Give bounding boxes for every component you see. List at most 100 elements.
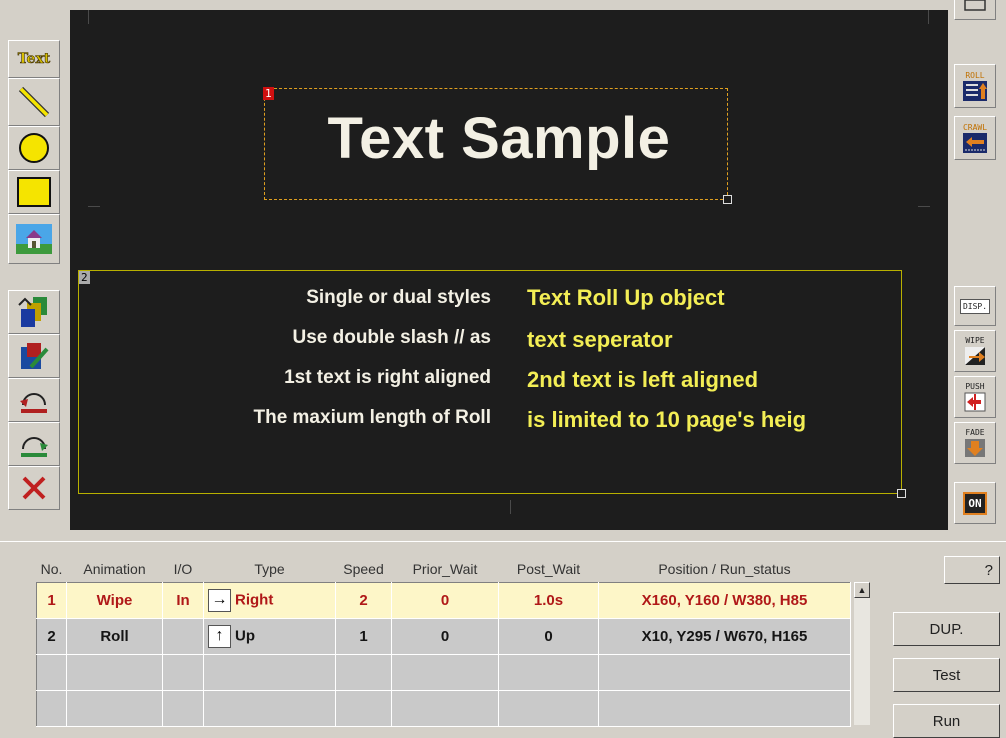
resize-handle[interactable]	[723, 195, 732, 204]
cell-animation[interactable]: Roll	[66, 618, 163, 655]
cell-empty[interactable]	[66, 690, 163, 727]
table-row-empty[interactable]	[36, 654, 851, 691]
dup-button[interactable]: DUP.	[893, 612, 1000, 646]
col-header-prior-wait: Prior_Wait	[412, 561, 478, 577]
title-text: Text Sample	[327, 106, 671, 171]
cell-empty[interactable]	[36, 690, 67, 727]
help-label: ?	[984, 561, 993, 579]
col-header-post-wait: Post_Wait	[516, 561, 581, 577]
roll-icon	[963, 80, 987, 101]
cell-animation[interactable]: Wipe	[66, 582, 163, 619]
cell-post-wait[interactable]: 1.0s	[498, 582, 599, 619]
cell-no[interactable]: 2	[36, 618, 67, 655]
wipe-effect-button[interactable]: WIPE	[954, 330, 996, 372]
cell-empty[interactable]	[391, 690, 499, 727]
cell-prior-wait[interactable]: 0	[391, 618, 499, 655]
ellipse-tool-button[interactable]	[8, 126, 60, 170]
help-button[interactable]: ?	[944, 556, 1000, 584]
col-header-position: Position / Run_status	[658, 561, 791, 577]
roll-effect-button[interactable]: ROLL	[954, 64, 996, 108]
cell-io[interactable]	[162, 618, 204, 655]
cell-empty[interactable]	[598, 690, 851, 727]
left-text-line: Use double slash // as	[292, 327, 491, 348]
roll-up-icon	[21, 437, 48, 457]
roll-up-tool-button[interactable]	[8, 422, 60, 466]
cell-empty[interactable]	[391, 654, 499, 691]
edit-tool-button[interactable]	[8, 334, 60, 378]
on-toggle-button[interactable]: ON	[954, 482, 996, 524]
push-label: PUSH	[965, 381, 985, 391]
roll-down-icon	[20, 393, 47, 413]
push-effect-button[interactable]: PUSH	[954, 376, 996, 418]
right-text-line: text seperator	[527, 327, 673, 352]
table-header-row: No. Animation I/O Type Speed Prior_Wait …	[37, 556, 851, 583]
run-button[interactable]: Run	[893, 704, 1000, 738]
crawl-icon	[963, 132, 987, 153]
rectangle-tool-button[interactable]	[8, 170, 60, 214]
rectangle-icon	[17, 177, 51, 207]
cell-empty[interactable]	[598, 654, 851, 691]
table-row[interactable]: 2 Roll ↑ Up 1 0 0 X10, Y295 / W670, H165	[36, 618, 851, 655]
fade-effect-button[interactable]: FADE	[954, 422, 996, 464]
cell-type[interactable]: → Right	[203, 582, 336, 619]
scroll-up-button[interactable]: ▲	[854, 582, 870, 598]
cell-empty[interactable]	[203, 690, 336, 727]
cell-type[interactable]: ↑ Up	[203, 618, 336, 655]
preview-canvas[interactable]: 1 Text Sample 2 Single or dual styles Us…	[70, 10, 948, 530]
col-header-speed: Speed	[343, 561, 384, 577]
edit-icon	[21, 343, 49, 369]
cell-speed[interactable]: 1	[335, 618, 392, 655]
on-label: ON	[963, 491, 987, 515]
delete-x-icon	[22, 476, 46, 500]
fade-icon	[965, 438, 985, 457]
right-text-line: Text Roll Up object	[527, 285, 725, 310]
col-header-no: No.	[40, 561, 63, 577]
line-tool-button[interactable]	[8, 78, 60, 126]
delete-tool-button[interactable]	[8, 466, 60, 510]
layers-icon	[18, 297, 47, 327]
animation-table: No. Animation I/O Type Speed Prior_Wait …	[36, 556, 851, 727]
cell-empty[interactable]	[162, 654, 204, 691]
col-header-animation: Animation	[83, 561, 146, 577]
left-text-line: Single or dual styles	[306, 287, 491, 308]
type-label: Right	[235, 591, 274, 609]
cell-empty[interactable]	[498, 690, 599, 727]
cell-empty[interactable]	[36, 654, 67, 691]
left-text-line: 1st text is right aligned	[284, 367, 491, 388]
cell-post-wait[interactable]: 0	[498, 618, 599, 655]
cell-empty[interactable]	[335, 690, 392, 727]
roll-object-2[interactable]: 2 Single or dual styles Use double slash…	[78, 270, 906, 498]
layer-order-tool-button[interactable]	[8, 290, 60, 334]
cell-empty[interactable]	[498, 654, 599, 691]
right-text-column: Text Roll Up object text seperator 2nd t…	[527, 271, 903, 495]
display-button[interactable]: DISP.	[954, 286, 996, 326]
cell-empty[interactable]	[162, 690, 204, 727]
table-scrollbar[interactable]: ▲	[854, 582, 870, 725]
cell-empty[interactable]	[335, 654, 392, 691]
cell-no[interactable]: 1	[36, 582, 67, 619]
cell-io[interactable]: In	[162, 582, 204, 619]
cell-position[interactable]: X160, Y160 / W380, H85	[598, 582, 851, 619]
image-tool-button[interactable]	[8, 214, 60, 264]
right-text-line: is limited to 10 page's heig	[527, 407, 807, 432]
text-tool-button[interactable]: Text	[8, 40, 60, 78]
cell-empty[interactable]	[203, 654, 336, 691]
cell-speed[interactable]: 2	[335, 582, 392, 619]
text-object-1[interactable]: 1 Text Sample	[263, 87, 732, 204]
top-partial-button[interactable]	[954, 0, 996, 20]
cell-empty[interactable]	[66, 654, 163, 691]
cell-position[interactable]: X10, Y295 / W670, H165	[598, 618, 851, 655]
roll-down-tool-button[interactable]	[8, 378, 60, 422]
guide-line	[88, 10, 89, 24]
push-icon	[964, 392, 986, 411]
crawl-label: CRAWL	[962, 122, 988, 132]
right-text-line: 2nd text is left aligned	[527, 367, 759, 392]
guide-line	[510, 500, 511, 514]
crawl-effect-button[interactable]: CRAWL	[954, 116, 996, 160]
test-button[interactable]: Test	[893, 658, 1000, 692]
table-row-empty[interactable]	[36, 690, 851, 727]
cell-prior-wait[interactable]: 0	[391, 582, 499, 619]
window-icon	[964, 0, 986, 11]
table-row[interactable]: 1 Wipe In → Right 2 0 1.0s X160, Y160 / W…	[36, 582, 851, 619]
resize-handle[interactable]	[897, 489, 906, 498]
